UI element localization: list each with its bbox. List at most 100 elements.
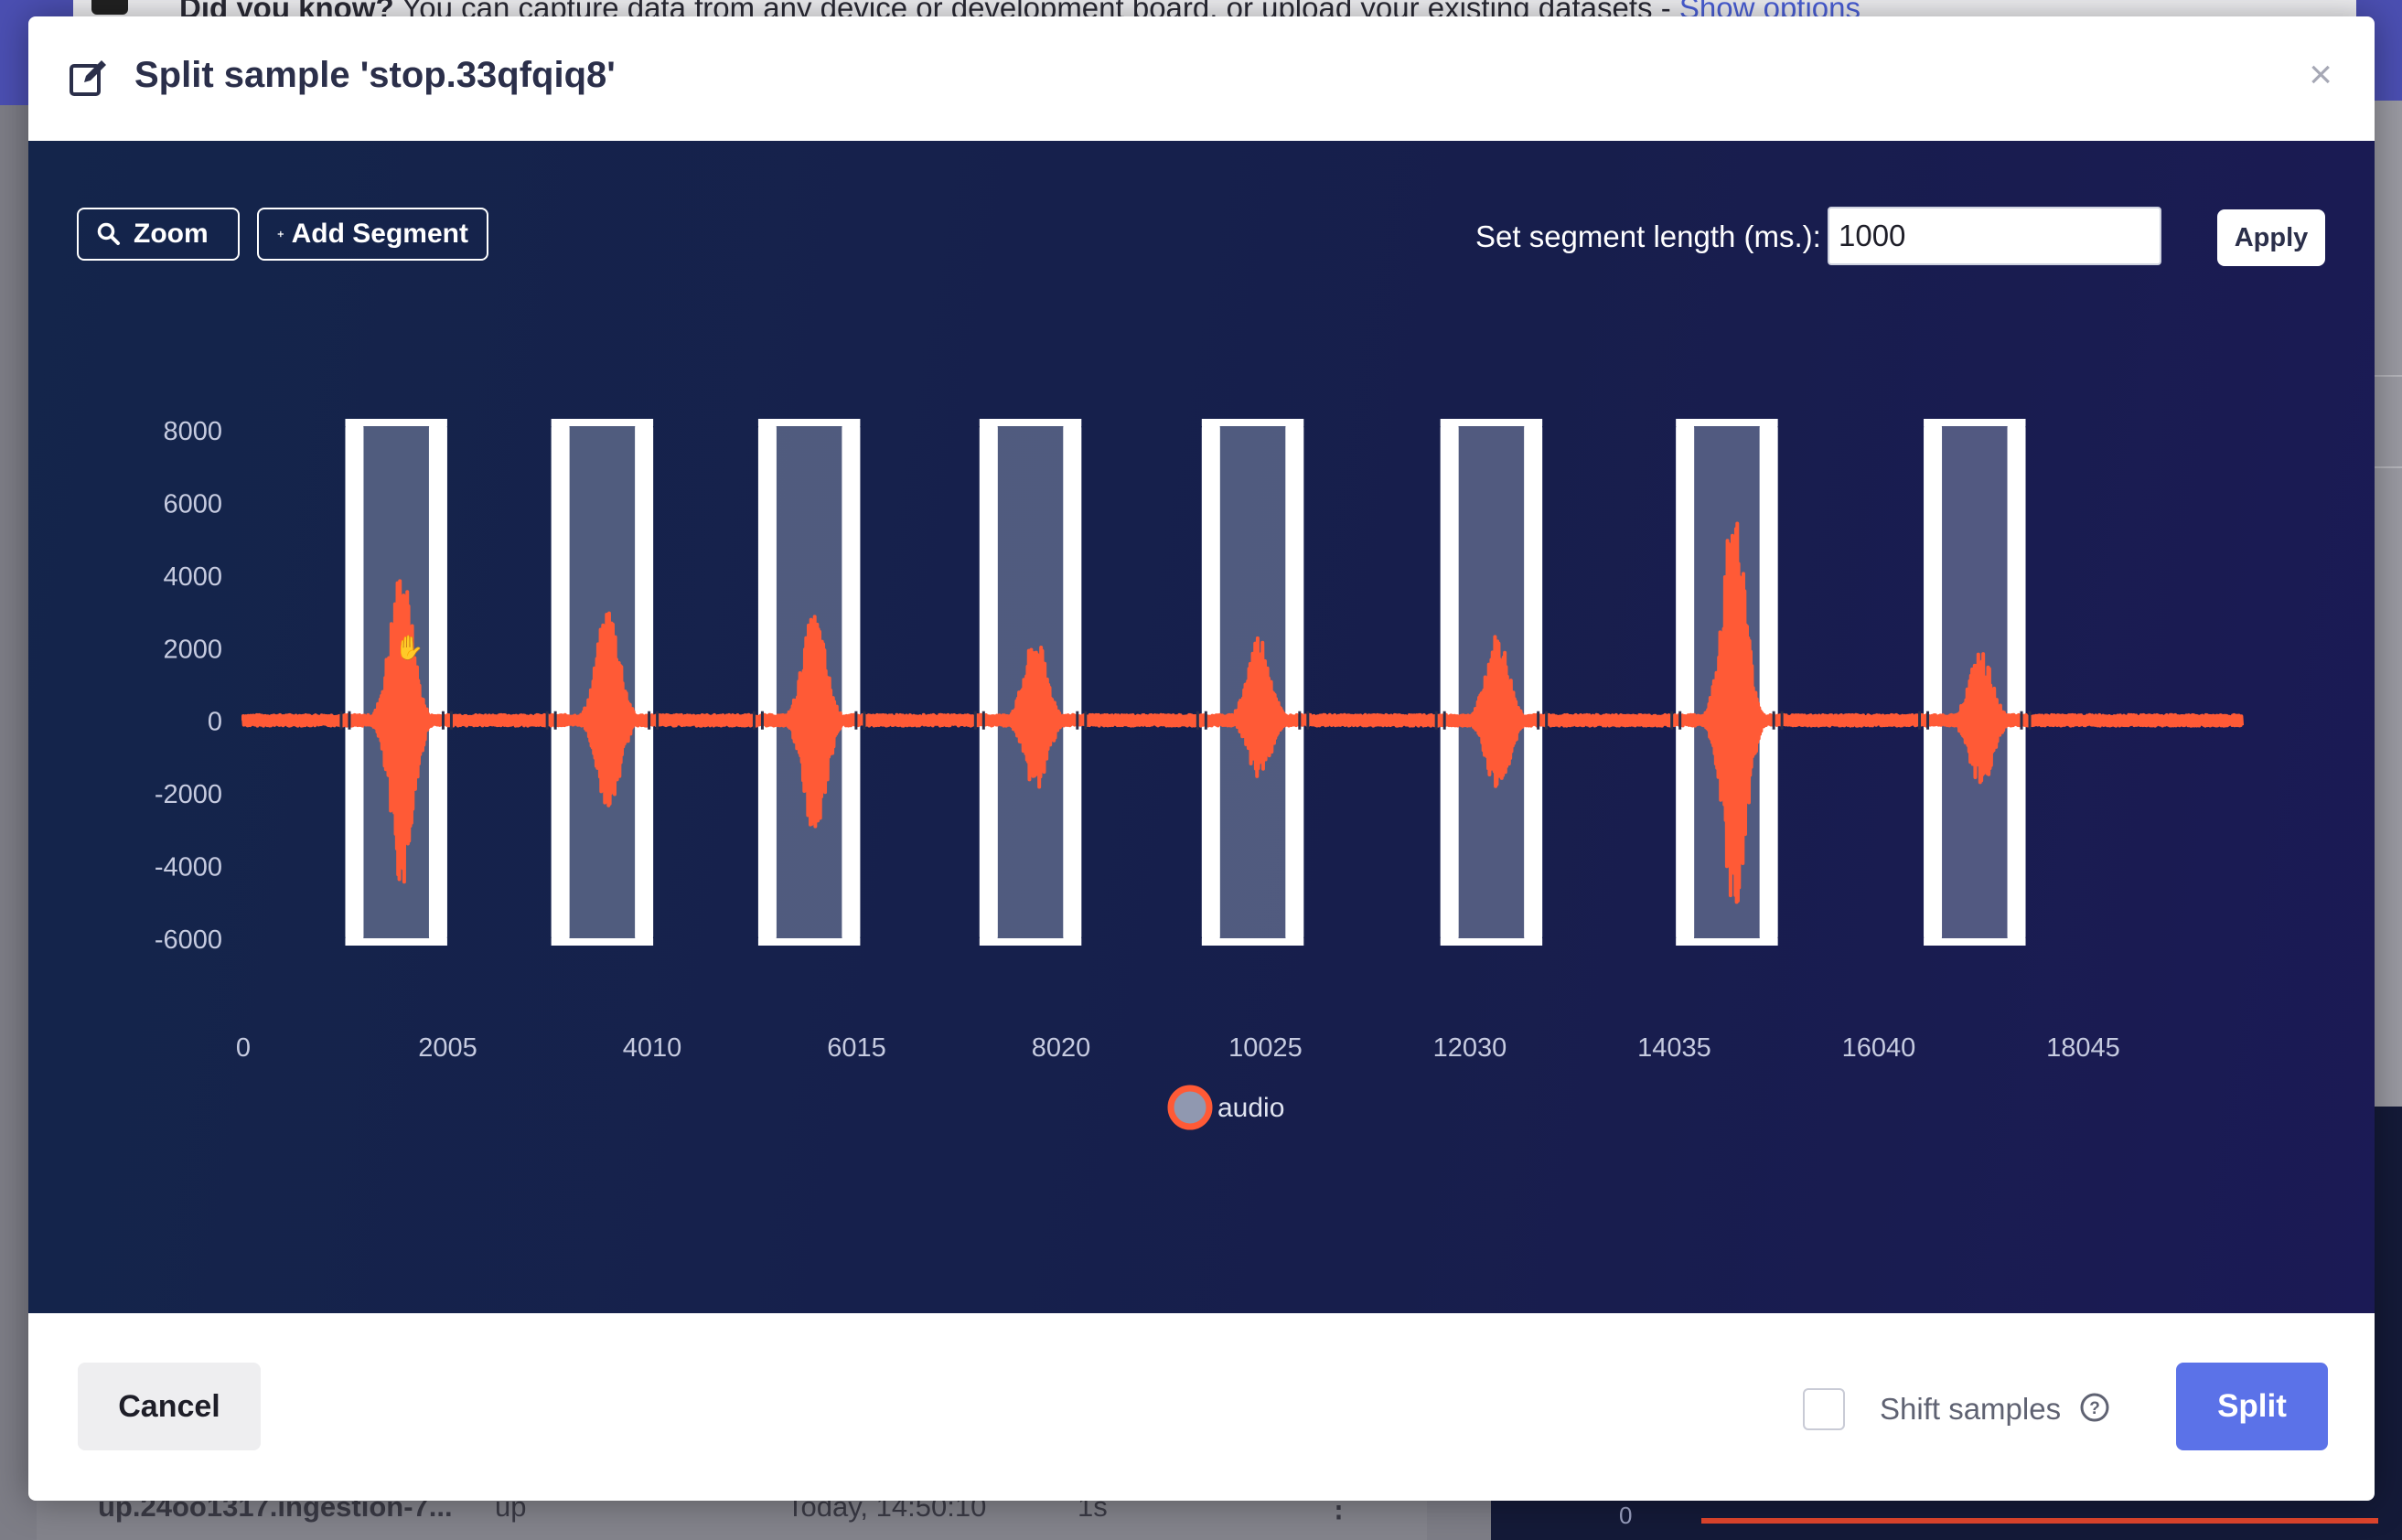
segment-right-edge — [635, 419, 654, 946]
grip-line — [981, 711, 985, 730]
grip-line — [1084, 711, 1088, 730]
y-tick-label: 4000 — [163, 562, 222, 592]
x-tick-label: 4010 — [623, 1033, 682, 1063]
grip-line — [1434, 711, 1438, 730]
hand-cursor-icon: ✋ — [394, 634, 424, 662]
y-tick-label: 8000 — [163, 417, 222, 446]
grip-line — [339, 711, 343, 730]
x-tick-label: 10025 — [1228, 1033, 1303, 1063]
x-tick-label: 18045 — [2046, 1033, 2120, 1063]
segment-top-edge — [345, 419, 447, 426]
legend-label: audio — [1217, 1093, 1284, 1123]
x-tick-label: 12030 — [1433, 1033, 1507, 1063]
y-tick-label: 6000 — [163, 489, 222, 519]
grip-line — [1780, 711, 1784, 730]
legend-marker — [1167, 1085, 1213, 1130]
modal-title: Split sample 'stop.33qfqiq8' — [134, 55, 616, 95]
segment-left-edge — [551, 419, 570, 946]
split-sample-modal: Split sample 'stop.33qfqiq8' × Zoom Add … — [28, 16, 2375, 1501]
grip-line — [863, 711, 866, 730]
x-tick-label: 14035 — [1637, 1033, 1711, 1063]
svg-text:?: ? — [2089, 1399, 2100, 1418]
grip-line — [760, 711, 764, 730]
segment-top-edge — [1440, 419, 1543, 426]
grip-line — [449, 711, 453, 730]
y-tick-label: 2000 — [163, 635, 222, 664]
mini-chart-zero-label: 0 — [1619, 1502, 1633, 1529]
grip-line — [973, 711, 977, 730]
grip-line — [1204, 711, 1207, 730]
x-tick-label: 8020 — [1032, 1033, 1091, 1063]
thumbs-up-icon — [91, 0, 128, 15]
split-button[interactable]: Split — [2176, 1363, 2328, 1450]
divider — [2375, 466, 2402, 468]
x-tick-label: 16040 — [1842, 1033, 1916, 1063]
grip-line — [1926, 711, 1930, 730]
segment-top-edge — [1924, 419, 2026, 426]
segment-bottom-edge — [1676, 938, 1778, 946]
segment-bottom-edge — [757, 938, 861, 946]
segment-top-edge — [1201, 419, 1304, 426]
modal-footer: Cancel Shift samples ? Split — [28, 1313, 2375, 1501]
grip-line — [348, 711, 351, 730]
segment-left-edge — [1440, 419, 1459, 946]
grip-line — [1306, 711, 1310, 730]
segment-right-edge — [428, 419, 447, 946]
y-tick-label: -2000 — [155, 780, 222, 809]
segment-right-edge — [1524, 419, 1543, 946]
grip-line — [752, 711, 756, 730]
grip-line — [1537, 711, 1540, 730]
grip-line — [648, 711, 651, 730]
grip-line — [1678, 711, 1682, 730]
grip-line — [1196, 711, 1199, 730]
segment-left-edge — [757, 419, 777, 946]
segment-top-edge — [551, 419, 654, 426]
grip-line — [1918, 711, 1922, 730]
divider — [2375, 375, 2402, 377]
chart-legend[interactable]: audio — [1167, 1085, 1284, 1130]
grip-line — [1076, 711, 1079, 730]
segment-top-edge — [979, 419, 1082, 426]
segment-left-edge — [1924, 419, 1943, 946]
shift-samples-checkbox[interactable] — [1803, 1388, 1845, 1430]
segment-right-edge — [2007, 419, 2026, 946]
segment-right-edge — [1063, 419, 1082, 946]
grip-line — [545, 711, 549, 730]
modal-header: Split sample 'stop.33qfqiq8' × — [28, 16, 2375, 141]
background-right-panel — [2375, 101, 2402, 1107]
grip-line — [553, 711, 557, 730]
question-circle-icon[interactable]: ? — [2079, 1392, 2110, 1423]
segment-bottom-edge — [345, 938, 447, 946]
cancel-button[interactable]: Cancel — [78, 1363, 261, 1450]
x-tick-label: 0 — [236, 1033, 251, 1063]
shift-samples-label: Shift samples — [1880, 1392, 2062, 1426]
segment-left-edge — [979, 419, 998, 946]
segment-bottom-edge — [1924, 938, 2026, 946]
grip-line — [2028, 711, 2032, 730]
segment-left-edge — [345, 419, 364, 946]
grip-line — [441, 711, 445, 730]
y-tick-label: -6000 — [155, 925, 222, 955]
segment-left-edge — [1676, 419, 1695, 946]
grip-line — [1442, 711, 1446, 730]
grip-line — [1772, 711, 1775, 730]
x-tick-label: 2005 — [418, 1033, 477, 1063]
grip-line — [2020, 711, 2023, 730]
segment-bottom-edge — [551, 938, 654, 946]
x-tick-label: 6015 — [827, 1033, 886, 1063]
segment-bottom-edge — [979, 938, 1082, 946]
audio-waveform-chart[interactable]: 8000 6000 4000 2000 0 -2000 -4000 -6000 0 2005 401… — [28, 141, 2375, 1313]
segment-right-edge — [1285, 419, 1304, 946]
segment-bottom-edge — [1440, 938, 1543, 946]
mini-chart-wave — [1701, 1518, 2378, 1524]
grip-line — [854, 711, 858, 730]
segment-right-edge — [842, 419, 861, 946]
edit-icon — [70, 60, 106, 96]
segment-top-edge — [1676, 419, 1778, 426]
close-button[interactable]: × — [2309, 55, 2332, 95]
segment-bottom-edge — [1201, 938, 1304, 946]
y-tick-label: 0 — [208, 708, 222, 737]
segment-left-edge — [1201, 419, 1220, 946]
split-chart-panel: Zoom Add Segment Set segment length (ms.… — [28, 141, 2375, 1313]
segment-right-edge — [1759, 419, 1778, 946]
